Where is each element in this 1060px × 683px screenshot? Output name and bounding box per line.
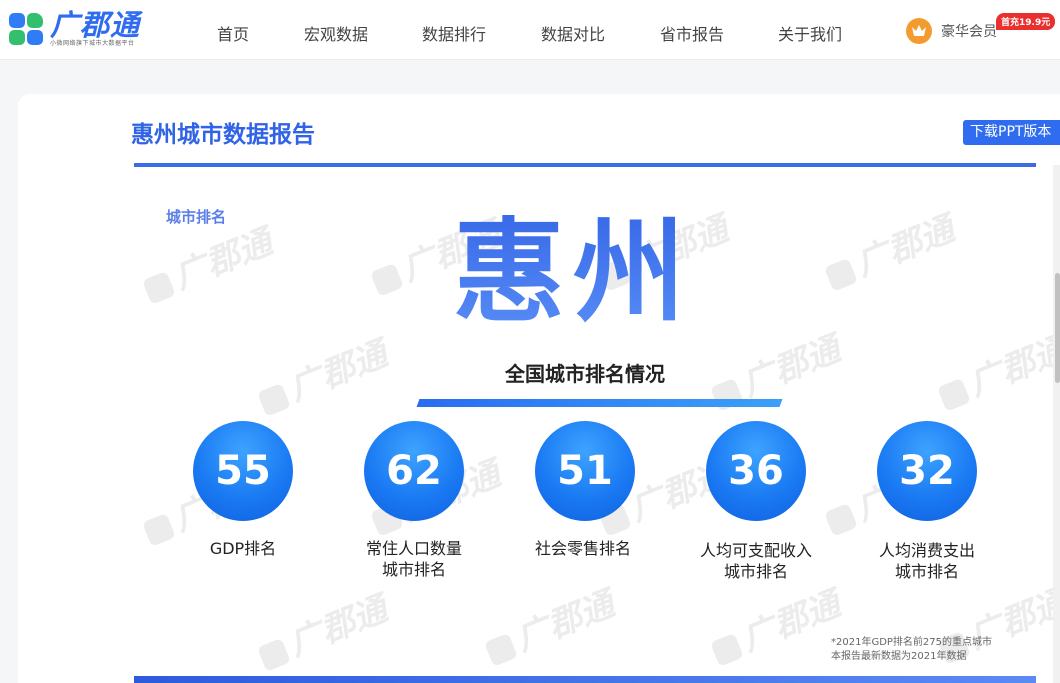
nav-data-ranking[interactable]: 数据排行	[422, 21, 486, 45]
report-card	[18, 94, 1060, 683]
logo-tagline: 小微网络旗下城市大数据平台	[50, 40, 135, 47]
scrollbar-thumb[interactable]	[1055, 273, 1060, 383]
subtitle-underline	[416, 399, 783, 407]
vip-membership-link[interactable]: 豪华会员	[906, 18, 997, 44]
rank-value-circle: 55	[193, 421, 293, 521]
slide-subtitle: 全国城市排名情况	[505, 362, 665, 386]
nav-home[interactable]: 首页	[217, 21, 249, 45]
vip-label: 豪华会员	[941, 24, 997, 40]
logo-mark-icon	[8, 11, 46, 47]
slide-bottom-divider	[134, 676, 1036, 683]
nav-data-comparison[interactable]: 数据对比	[541, 21, 605, 45]
logo-name: 广郡通	[50, 8, 141, 42]
city-name-heading: 惠州	[453, 198, 693, 348]
download-ppt-button[interactable]: 下载PPT版本	[963, 120, 1060, 145]
site-logo[interactable]: 广郡通 小微网络旗下城市大数据平台	[8, 10, 140, 48]
slide-section-label: 城市排名	[166, 208, 227, 226]
rank-value-circle: 62	[364, 421, 464, 521]
slide-top-divider	[134, 163, 1036, 167]
rank-value-circle: 32	[877, 421, 977, 521]
scrollbar-track[interactable]	[1053, 165, 1060, 683]
rank-label: 人均可支配收入 城市排名	[699, 541, 812, 581]
rank-label: 人均消费支出 城市排名	[878, 541, 975, 581]
top-navigation-bar: 广郡通 小微网络旗下城市大数据平台 首页 宏观数据 数据排行 数据对比 省市报告…	[0, 0, 1060, 60]
report-title: 惠州城市数据报告	[131, 122, 315, 148]
rank-label: 社会零售排名	[534, 539, 631, 558]
slide-footnote: *2021年GDP排名前275的重点城市 本报告最新数据为2021年数据	[831, 637, 993, 662]
rank-label: GDP排名	[209, 539, 277, 558]
vip-promo-badge: 首充19.9元	[996, 13, 1056, 30]
rank-value-circle: 51	[535, 421, 635, 521]
rank-value-circle: 36	[706, 421, 806, 521]
nav-about-us[interactable]: 关于我们	[778, 21, 842, 45]
crown-icon	[906, 18, 932, 44]
nav-province-city-report[interactable]: 省市报告	[660, 21, 724, 45]
nav-macro-data[interactable]: 宏观数据	[304, 21, 368, 45]
